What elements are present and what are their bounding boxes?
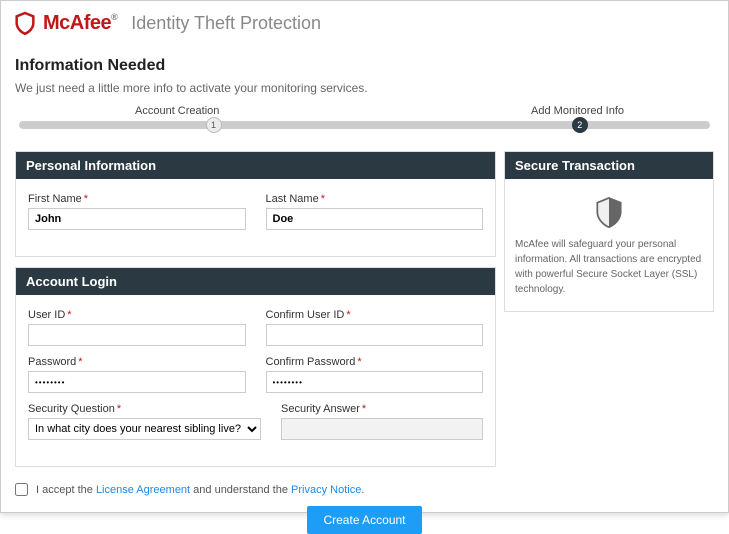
last-name-input[interactable] — [266, 208, 484, 230]
user-id-label: User ID* — [28, 309, 246, 321]
first-name-input[interactable] — [28, 208, 246, 230]
secure-transaction-text: McAfee will safeguard your personal info… — [515, 237, 703, 297]
password-input[interactable] — [28, 371, 246, 393]
personal-info-header: Personal Information — [16, 152, 495, 179]
security-question-label: Security Question* — [28, 403, 261, 415]
page-container: McAfee® Identity Theft Protection Inform… — [0, 0, 729, 513]
mcafee-shield-icon — [15, 11, 35, 35]
create-account-button[interactable]: Create Account — [307, 506, 421, 534]
shield-icon — [595, 195, 623, 229]
security-answer-input[interactable] — [281, 418, 483, 440]
account-login-header: Account Login — [16, 268, 495, 295]
secure-transaction-header: Secure Transaction — [505, 152, 713, 179]
confirm-user-id-label: Confirm User ID* — [266, 309, 484, 321]
step-1-label: Account Creation — [135, 105, 219, 117]
first-name-label: First Name* — [28, 193, 246, 205]
app-subtitle: Identity Theft Protection — [131, 13, 321, 34]
page-description: We just need a little more info to activ… — [15, 81, 714, 95]
accept-terms-row: I accept the License Agreement and under… — [15, 483, 714, 496]
app-header: McAfee® Identity Theft Protection — [15, 11, 714, 43]
personal-info-panel: Personal Information First Name* Last Na… — [15, 151, 496, 257]
password-label: Password* — [28, 356, 246, 368]
secure-transaction-panel: Secure Transaction McAfee will safeguard… — [504, 151, 714, 312]
security-question-select[interactable]: In what city does your nearest sibling l… — [28, 418, 261, 440]
accept-terms-text: I accept the License Agreement and under… — [36, 484, 364, 496]
step-2-label: Add Monitored Info — [531, 105, 624, 117]
last-name-label: Last Name* — [266, 193, 484, 205]
confirm-user-id-input[interactable] — [266, 324, 484, 346]
security-answer-label: Security Answer* — [281, 403, 483, 415]
step-1-node: 1 — [206, 117, 222, 133]
page-title: Information Needed — [15, 57, 714, 75]
accept-terms-checkbox[interactable] — [15, 483, 28, 496]
account-login-panel: Account Login User ID* Confirm User ID* — [15, 267, 496, 467]
confirm-password-label: Confirm Password* — [266, 356, 484, 368]
privacy-notice-link[interactable]: Privacy Notice — [291, 484, 361, 496]
user-id-input[interactable] — [28, 324, 246, 346]
progress-stepper: Account Creation Add Monitored Info 1 2 — [15, 105, 714, 145]
confirm-password-input[interactable] — [266, 371, 484, 393]
step-2-node: 2 — [572, 117, 588, 133]
brand-name: McAfee® — [43, 12, 117, 35]
license-agreement-link[interactable]: License Agreement — [96, 484, 190, 496]
